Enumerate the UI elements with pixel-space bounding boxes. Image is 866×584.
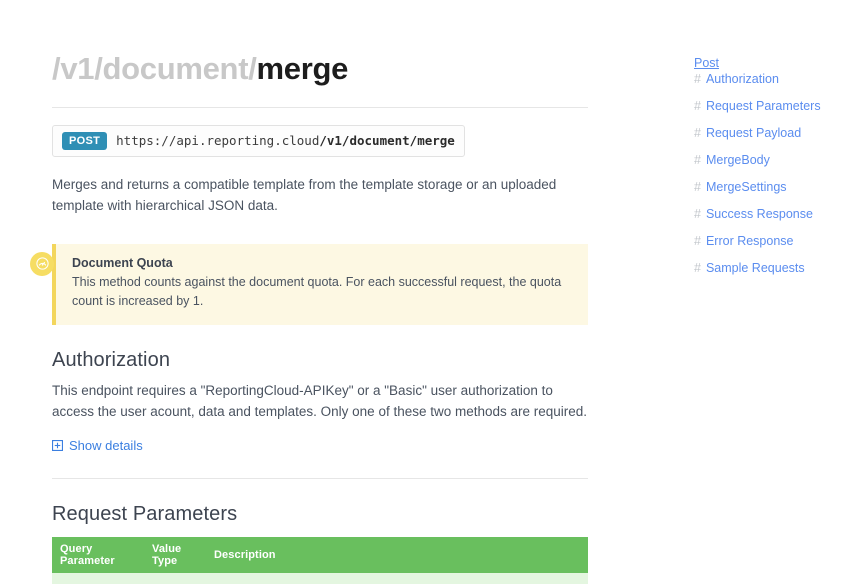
gauge-icon	[30, 251, 54, 276]
quota-callout-body: Document Quota This method counts agains…	[52, 243, 588, 326]
endpoint-box: POST https://api.reporting.cloud/v1/docu…	[52, 124, 465, 157]
show-details-link[interactable]: Show details	[52, 438, 143, 453]
hash-icon: #	[694, 72, 701, 86]
main-content: /v1/document/merge POST https://api.repo…	[30, 0, 588, 584]
api-documentation-page: /v1/document/merge POST https://api.repo…	[0, 0, 866, 584]
toc-item-request-parameters[interactable]: # Request Parameters	[694, 99, 854, 113]
request-parameters-heading: Request Parameters	[52, 503, 238, 526]
hash-icon: #	[694, 180, 701, 194]
quota-callout: Document Quota This method counts agains…	[30, 243, 588, 326]
hash-icon: #	[694, 207, 701, 221]
http-method-badge: POST	[62, 131, 108, 150]
quota-callout-text: This method counts against the document …	[72, 274, 562, 309]
hash-icon: #	[694, 99, 701, 113]
table-of-contents: Post # Authorization # Request Parameters …	[694, 54, 854, 288]
title-divider	[52, 106, 588, 108]
toc-item-label: MergeSettings	[705, 180, 787, 194]
column-header-query-parameter: Query Parameter	[52, 537, 144, 574]
toc-item-label: Success Response	[705, 207, 813, 221]
table-header-row: Query Parameter Value Type Description	[52, 537, 588, 574]
show-details-label: Show details	[69, 438, 143, 454]
table-body: returnFormat String A string that specif…	[52, 573, 588, 584]
endpoint-description: Merges and returns a compatible template…	[52, 176, 557, 213]
request-parameters-table: Query Parameter Value Type Description r…	[52, 537, 588, 584]
column-header-description: Description	[206, 537, 588, 574]
hash-icon: #	[694, 234, 701, 248]
toc-item-sample-requests[interactable]: # Sample Requests	[694, 261, 854, 275]
toc-item-label: Sample Requests	[705, 261, 805, 275]
table-row: returnFormat String A string that specif…	[52, 573, 588, 584]
toc-item-error-response[interactable]: # Error Response	[694, 234, 854, 248]
toc-item-label: Error Response	[705, 234, 794, 248]
plus-box-icon	[52, 440, 64, 452]
param-name: returnFormat	[52, 573, 144, 584]
column-header-value-type: Value Type	[144, 537, 206, 574]
page-title-emphasis: merge	[256, 51, 349, 86]
toc-item-label: Request Parameters	[705, 99, 821, 113]
quota-callout-title: Document Quota	[72, 255, 173, 270]
toc-item-request-payload[interactable]: # Request Payload	[694, 126, 854, 140]
hash-icon: #	[694, 126, 701, 140]
toc-item-label: Authorization	[705, 72, 779, 86]
hash-icon: #	[694, 261, 701, 275]
endpoint-url: https://api.reporting.cloud/v1/document/…	[116, 133, 455, 148]
page-title: /v1/document/merge	[52, 0, 588, 89]
param-description: A string that specifies the format of th…	[206, 573, 588, 584]
section-divider	[52, 478, 588, 480]
toc-item-success-response[interactable]: # Success Response	[694, 207, 854, 221]
authorization-text: This endpoint requires a "ReportingCloud…	[52, 383, 588, 420]
page-title-prefix: /v1/document/	[52, 51, 257, 86]
toc-heading-post[interactable]: Post	[694, 56, 719, 70]
param-type: String	[144, 573, 206, 584]
toc-item-label: MergeBody	[705, 153, 770, 167]
endpoint-url-path: /v1/document/merge	[319, 133, 455, 149]
hash-icon: #	[694, 153, 701, 167]
toc-item-mergebody[interactable]: # MergeBody	[694, 153, 854, 167]
toc-item-mergesettings[interactable]: # MergeSettings	[694, 180, 854, 194]
endpoint-url-host: https://api.reporting.cloud	[116, 133, 320, 149]
toc-item-authorization[interactable]: # Authorization	[694, 72, 854, 86]
authorization-heading: Authorization	[52, 349, 171, 372]
toc-item-label: Request Payload	[705, 126, 802, 140]
